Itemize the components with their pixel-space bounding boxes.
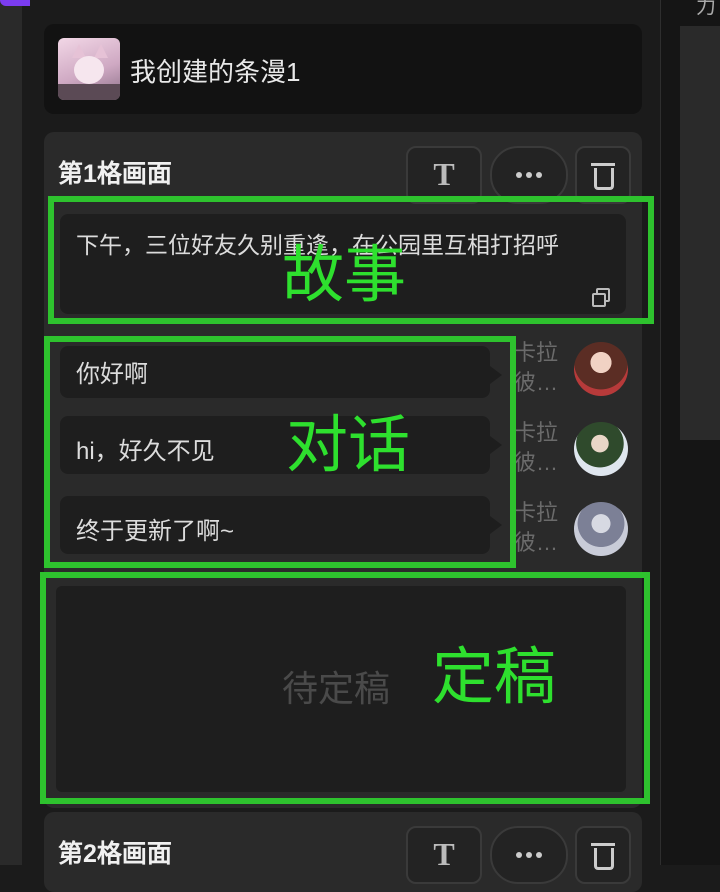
speaker-avatar-3[interactable] (574, 502, 628, 556)
speaker-name: 卡拉 彼… (514, 340, 559, 395)
annotation-box-final (40, 572, 650, 804)
frame-title: 第1格画面 (58, 160, 172, 188)
more-dot-icon (516, 172, 522, 178)
more-dot-icon (536, 852, 542, 858)
trash-icon (591, 843, 615, 846)
more-options-button[interactable] (490, 826, 568, 884)
right-scrollbar[interactable] (680, 26, 720, 440)
trash-icon (591, 163, 615, 166)
speaker-name: 卡拉 彼… (514, 500, 559, 555)
more-dot-icon (536, 172, 542, 178)
speaker-name: 卡拉 彼… (514, 420, 559, 475)
annotation-box-dialogue (44, 336, 516, 568)
comic-cover-thumbnail[interactable] (58, 38, 120, 100)
more-dot-icon (516, 852, 522, 858)
delete-frame-button[interactable] (575, 826, 631, 884)
annotation-label-story: 故事 (282, 238, 407, 311)
speaker-avatar-2[interactable] (574, 422, 628, 476)
more-dot-icon (526, 172, 532, 178)
comic-title: 我创建的条漫1 (130, 57, 301, 87)
right-column-edge-text: 力 (696, 0, 716, 18)
speaker-avatar-1[interactable] (574, 342, 628, 396)
left-rail (0, 0, 22, 865)
add-text-button[interactable]: T (406, 826, 482, 884)
annotation-label-final: 定稿 (432, 640, 557, 713)
more-dot-icon (526, 852, 532, 858)
annotation-label-dialogue: 对话 (286, 408, 411, 481)
